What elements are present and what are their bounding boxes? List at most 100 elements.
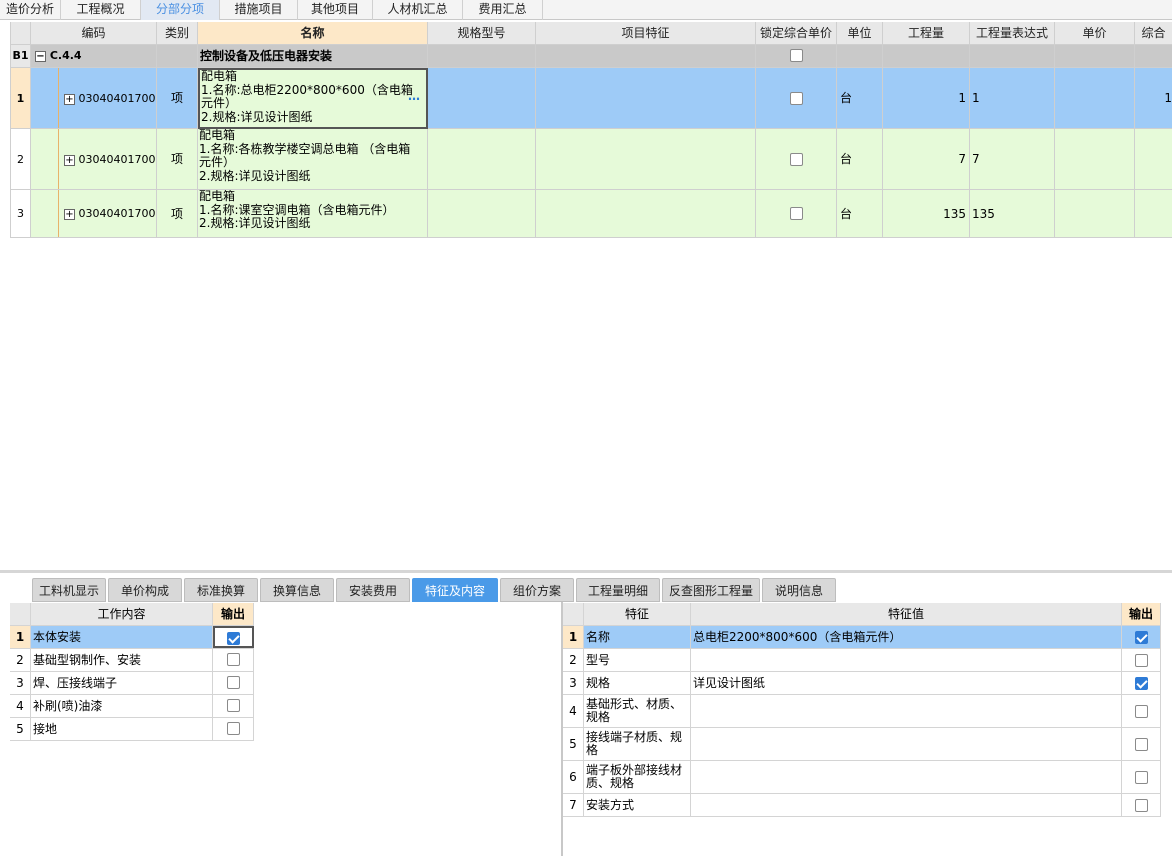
btab-conversion-info[interactable]: 换算信息 [260, 578, 334, 602]
btab-standard-conversion[interactable]: 标准换算 [184, 578, 258, 602]
col-header-quantity[interactable]: 工程量 [883, 22, 970, 45]
feature-name-cell[interactable]: 端子板外部接线材质、规格 [584, 761, 691, 793]
table-row[interactable]: 3 + 030404017003 项配电箱 1.名称:课室空调电箱（含电箱元件） 2.规… [11, 190, 1172, 238]
features-cell[interactable] [536, 129, 756, 190]
features-cell[interactable] [536, 68, 756, 129]
quantity-expression-cell[interactable]: 7 [970, 129, 1055, 190]
btab-features[interactable]: 特征及内容 [412, 578, 498, 602]
tab-cost-analysis[interactable]: 造价分析 [0, 0, 61, 20]
output-checkbox[interactable] [226, 722, 240, 735]
list-item[interactable]: 6 端子板外部接线材质、规格 [563, 761, 1161, 794]
lock-price-checkbox[interactable] [789, 152, 803, 166]
lock-price-checkbox[interactable] [789, 91, 803, 105]
feature-name-cell[interactable]: 基础形式、材质、规格 [584, 695, 691, 727]
tab-sub-items[interactable]: 分部分项 [141, 0, 220, 20]
list-item[interactable]: 1 本体安装 [10, 626, 254, 649]
col-header-unit[interactable]: 单位 [837, 22, 883, 45]
unit-price-cell[interactable] [1055, 190, 1135, 238]
feature-name-cell[interactable]: 规格 [584, 672, 691, 694]
section-lock-checkbox[interactable] [789, 49, 803, 62]
list-item[interactable]: 4 补刷(喷)油漆 [10, 695, 254, 718]
quantity-expression-cell[interactable]: 135 [970, 190, 1055, 238]
col-header-unit-price[interactable]: 单价 [1055, 22, 1135, 45]
name-cell[interactable]: 配电箱 1.名称:总电柜2200*800*600（含电箱 元件） 2.规格:详见设计图… [198, 68, 428, 129]
feature-value-cell[interactable] [691, 761, 1122, 793]
panel-splitter[interactable] [0, 570, 1172, 573]
work-content-cell[interactable]: 本体安装 [31, 626, 213, 648]
btab-resources[interactable]: 工料机显示 [32, 578, 106, 602]
tab-project-overview[interactable]: 工程概况 [61, 0, 141, 20]
col-header-spec[interactable]: 规格型号 [428, 22, 536, 45]
spec-cell[interactable] [428, 190, 536, 238]
list-item[interactable]: 7 安装方式 [563, 794, 1161, 817]
list-item[interactable]: 5 接线端子材质、规格 [563, 728, 1161, 761]
col-header-features[interactable]: 项目特征 [536, 22, 756, 45]
output-checkbox[interactable] [1134, 798, 1148, 812]
work-content-cell[interactable]: 焊、压接线端子 [31, 672, 213, 694]
btab-unit-price[interactable]: 单价构成 [108, 578, 182, 602]
quantity-cell[interactable]: 135 [883, 190, 970, 238]
tab-other-items[interactable]: 其他项目 [298, 0, 373, 20]
work-content-cell[interactable]: 补刷(喷)油漆 [31, 695, 213, 717]
btab-install-fees[interactable]: 安装费用 [336, 578, 410, 602]
output-checkbox[interactable] [1134, 676, 1148, 690]
btab-reverse-lookup[interactable]: 反查图形工程量 [662, 578, 760, 602]
expand-toggle[interactable]: + [64, 93, 75, 105]
output-checkbox[interactable] [1134, 704, 1148, 718]
tab-fee-summary[interactable]: 费用汇总 [463, 0, 543, 20]
col-header-quantity-expression[interactable]: 工程量表达式 [970, 22, 1055, 45]
tab-resource-summary[interactable]: 人材机汇总 [373, 0, 463, 20]
name-cell[interactable]: 配电箱 1.名称:课室空调电箱（含电箱元件） 2.规格:详见设计图纸 [198, 190, 428, 238]
tab-measures[interactable]: 措施项目 [220, 0, 298, 20]
feature-value-cell[interactable] [691, 728, 1122, 760]
col-header-code[interactable]: 编码 [31, 22, 157, 45]
unit-price-cell[interactable] [1055, 68, 1135, 129]
output-checkbox[interactable] [226, 699, 240, 712]
expand-toggle[interactable]: + [64, 154, 75, 166]
col-header-lock-price[interactable]: 锁定综合单价 [756, 22, 837, 45]
feature-value-cell[interactable]: 总电柜2200*800*600（含电箱元件） [691, 626, 1122, 648]
feature-name-cell[interactable]: 型号 [584, 649, 691, 671]
lock-price-checkbox[interactable] [789, 207, 803, 220]
section-row[interactable]: B1 − C.4.4 控制设备及低压电器安装 [11, 45, 1172, 68]
feature-value-cell[interactable] [691, 794, 1122, 816]
feature-name-cell[interactable]: 接线端子材质、规格 [584, 728, 691, 760]
output-checkbox[interactable] [1134, 653, 1148, 667]
quantity-expression-cell[interactable]: 1 [970, 68, 1055, 129]
output-checkbox[interactable] [226, 676, 240, 689]
list-item[interactable]: 3 规格 详见设计图纸 [563, 672, 1161, 695]
features-header-value[interactable]: 特征值 [691, 603, 1122, 625]
collapse-toggle[interactable]: − [35, 50, 46, 62]
unit-price-cell[interactable] [1055, 129, 1135, 190]
col-header-type[interactable]: 类别 [157, 22, 198, 45]
output-checkbox[interactable] [1134, 737, 1148, 751]
btab-notes[interactable]: 说明信息 [762, 578, 836, 602]
feature-name-cell[interactable]: 名称 [584, 626, 691, 648]
output-checkbox[interactable] [1134, 630, 1148, 644]
feature-name-cell[interactable]: 安装方式 [584, 794, 691, 816]
btab-pricing-plan[interactable]: 组价方案 [500, 578, 574, 602]
features-cell[interactable] [536, 190, 756, 238]
output-checkbox[interactable] [227, 632, 240, 645]
work-content-header-content[interactable]: 工作内容 [31, 603, 213, 625]
list-item[interactable]: 2 基础型钢制作、安装 [10, 649, 254, 672]
list-item[interactable]: 2 型号 [563, 649, 1161, 672]
name-cell[interactable]: 配电箱 1.名称:各栋教学楼空调总电箱 （含电箱 元件） 2.规格:详见设计图纸 [198, 129, 428, 190]
table-row[interactable]: 1 + 030404017001 项配电箱 1.名称:总电柜2200*800*600（… [11, 68, 1172, 129]
btab-qty-details[interactable]: 工程量明细 [576, 578, 660, 602]
list-item[interactable]: 5 接地 [10, 718, 254, 741]
feature-value-cell[interactable] [691, 649, 1122, 671]
list-item[interactable]: 3 焊、压接线端子 [10, 672, 254, 695]
col-header-composite[interactable]: 综合 [1135, 22, 1172, 45]
features-header-output[interactable]: 输出 [1122, 603, 1161, 625]
list-item[interactable]: 4 基础形式、材质、规格 [563, 695, 1161, 728]
work-content-cell[interactable]: 基础型钢制作、安装 [31, 649, 213, 671]
quantity-cell[interactable]: 7 [883, 129, 970, 190]
output-checkbox[interactable] [1134, 770, 1148, 784]
ellipsis-button[interactable]: … [408, 89, 420, 104]
work-content-header-output[interactable]: 输出 [213, 603, 254, 625]
expand-toggle[interactable]: + [64, 208, 75, 220]
feature-value-cell[interactable] [691, 695, 1122, 727]
quantity-cell[interactable]: 1 [883, 68, 970, 129]
spec-cell[interactable] [428, 129, 536, 190]
